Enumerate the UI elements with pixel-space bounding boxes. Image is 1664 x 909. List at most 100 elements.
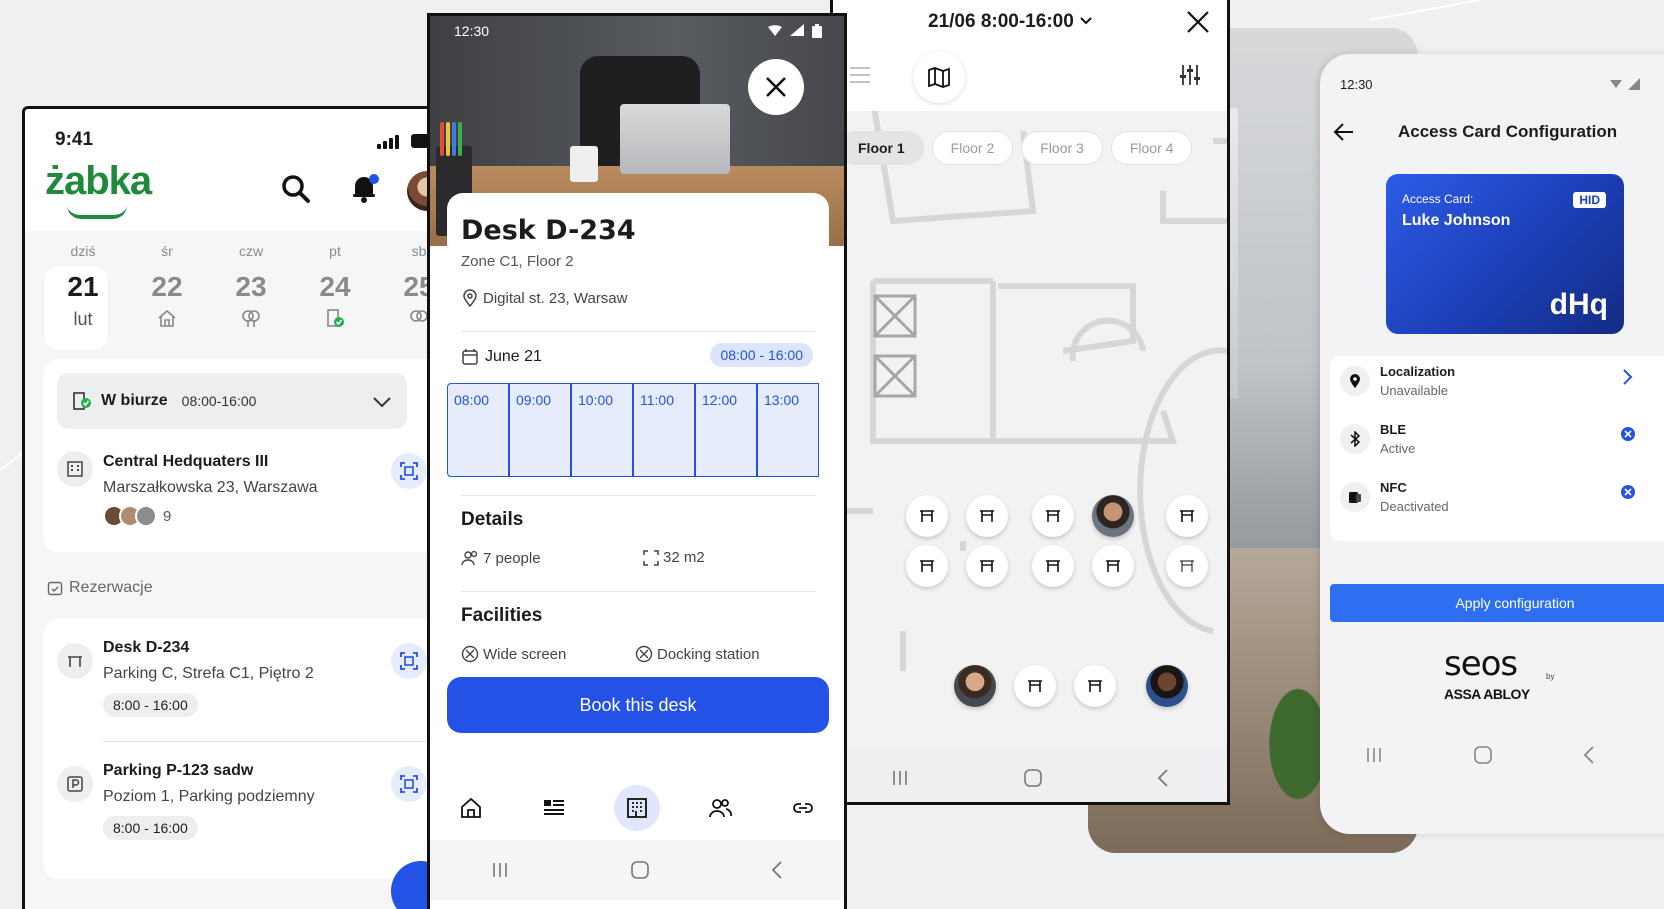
desk-marker[interactable] <box>1014 665 1056 707</box>
date-row[interactable]: June 21 <box>461 348 542 366</box>
reservations-card: Desk D-234 Parking C, Strefa C1, Piętro … <box>43 619 459 879</box>
parking-icon <box>57 766 93 802</box>
reservations-header: Rezerwacje <box>47 579 153 597</box>
time-slot[interactable]: 10:00 <box>571 383 633 477</box>
map-phone: 21/06 8:00-16:00 Floor 1 Floor 2 Floor 3… <box>830 0 1230 805</box>
book-desk-button[interactable]: Book this desk <box>447 677 829 733</box>
desk-marker[interactable] <box>966 545 1008 587</box>
time-range-chip[interactable]: 08:00 - 16:00 <box>710 343 813 367</box>
divider <box>461 331 815 332</box>
occupied-desk-avatar[interactable] <box>1146 665 1188 707</box>
list-item-ble[interactable]: BLE Active <box>1330 414 1664 474</box>
day-name: śr <box>161 243 173 259</box>
assa-abloy-logo: ASSA ABLOY <box>1444 686 1530 702</box>
recent-apps-icon[interactable] <box>890 769 910 787</box>
search-icon[interactable] <box>280 173 312 205</box>
desk-marker[interactable] <box>906 545 948 587</box>
list-item-localization[interactable]: Localization Unavailable <box>1330 356 1664 416</box>
back-arrow-icon[interactable] <box>1332 120 1356 144</box>
home-icon <box>158 309 176 327</box>
desk-marker[interactable] <box>1092 545 1134 587</box>
map-view-button[interactable] <box>913 51 965 103</box>
tab-floor-4[interactable]: Floor 4 <box>1110 131 1193 165</box>
signal-icon <box>790 24 804 36</box>
apply-configuration-button[interactable]: Apply configuration <box>1330 584 1664 622</box>
day-item[interactable]: czw 23 <box>209 239 293 344</box>
office-status-time: 08:00-16:00 <box>181 393 257 409</box>
toggle-icon[interactable] <box>1620 426 1636 442</box>
day-selector: dziś 21 lut śr 22 czw 23 pt 24 sb 25 <box>41 239 459 349</box>
facility-icon <box>461 645 479 663</box>
home-nav-icon[interactable] <box>630 860 650 880</box>
brand-by: by <box>1546 672 1555 681</box>
details-title: Details <box>461 509 524 530</box>
back-nav-icon[interactable] <box>1582 745 1596 765</box>
tab-list[interactable] <box>531 785 577 831</box>
qr-scan-button[interactable] <box>391 766 427 802</box>
desk-marker[interactable] <box>966 495 1008 537</box>
occupied-desk-avatar[interactable] <box>1092 495 1134 537</box>
back-nav-icon[interactable] <box>1156 768 1170 788</box>
list-view-icon[interactable] <box>848 65 872 85</box>
seos-logo: seos <box>1444 644 1518 684</box>
system-nav-bar <box>430 840 844 900</box>
tab-floor-2[interactable]: Floor 2 <box>931 131 1014 165</box>
desk-icon <box>57 643 93 679</box>
tab-floor-1[interactable]: Floor 1 <box>839 131 924 165</box>
tab-people[interactable] <box>697 785 743 831</box>
building-icon <box>57 451 93 487</box>
home-nav-icon[interactable] <box>1023 768 1043 788</box>
desk-marker[interactable] <box>1032 495 1074 537</box>
day-item[interactable]: dziś 21 lut <box>41 239 125 349</box>
tab-link[interactable] <box>780 785 826 831</box>
occupied-desk-avatar[interactable] <box>954 665 996 707</box>
time-slot[interactable]: 12:00 <box>695 383 757 477</box>
date-time-selector[interactable]: 21/06 8:00-16:00 <box>928 11 1093 33</box>
close-icon <box>766 77 786 97</box>
desk-detail-sheet: Desk D-234 Zone C1, Floor 2 Digital st. … <box>447 193 829 733</box>
desk-marker[interactable] <box>906 495 948 537</box>
people-icon <box>708 799 732 818</box>
tab-floor-3[interactable]: Floor 3 <box>1021 131 1103 165</box>
facility-icon <box>635 645 653 663</box>
day-item[interactable]: pt 24 <box>293 239 377 344</box>
time-slot[interactable]: 13:00 <box>757 383 819 477</box>
facility-item: Wide screen <box>461 645 566 663</box>
back-nav-icon[interactable] <box>770 860 784 880</box>
bottom-tab-bar <box>430 776 844 840</box>
desk-marker[interactable] <box>1166 545 1208 587</box>
office-card: W biurze 08:00-16:00 Central Hedquaters … <box>43 359 459 552</box>
list-item-nfc[interactable]: NFC Deactivated <box>1330 472 1664 532</box>
time-slot[interactable]: 11:00 <box>633 383 695 477</box>
day-item[interactable]: śr 22 <box>125 239 209 344</box>
office-status-dropdown[interactable]: W biurze 08:00-16:00 <box>57 373 407 429</box>
attendees[interactable]: 9 <box>103 505 171 527</box>
desk-marker[interactable] <box>1032 545 1074 587</box>
time-slot[interactable]: 08:00 <box>447 383 509 477</box>
divider <box>103 741 459 742</box>
home-nav-icon[interactable] <box>1473 745 1493 765</box>
close-button[interactable] <box>748 59 804 115</box>
office-check-icon <box>327 309 344 327</box>
qr-scan-button[interactable] <box>391 643 427 679</box>
close-icon[interactable] <box>1185 9 1211 35</box>
time-slot[interactable]: 09:00 <box>509 383 571 477</box>
facility-text: Docking station <box>657 645 760 663</box>
divider <box>461 591 815 592</box>
header: 9:41 żabka <box>25 109 459 231</box>
filter-icon[interactable] <box>1178 63 1202 87</box>
tab-buildings[interactable] <box>613 785 660 831</box>
qr-scan-button[interactable] <box>391 453 427 489</box>
recent-apps-icon[interactable] <box>1364 746 1384 764</box>
toggle-icon[interactable] <box>1620 484 1636 500</box>
reservations-label: Rezerwacje <box>69 579 153 596</box>
desk-marker[interactable] <box>1074 665 1116 707</box>
map-header: 21/06 8:00-16:00 <box>833 0 1227 111</box>
desk-marker[interactable] <box>1166 495 1208 537</box>
attendee-count: 9 <box>163 507 172 525</box>
recent-apps-icon[interactable] <box>490 861 510 879</box>
bell-icon[interactable] <box>347 171 381 205</box>
hid-logo: HID <box>1573 192 1606 208</box>
tab-home[interactable] <box>448 785 494 831</box>
capacity: 7 people <box>461 549 541 567</box>
